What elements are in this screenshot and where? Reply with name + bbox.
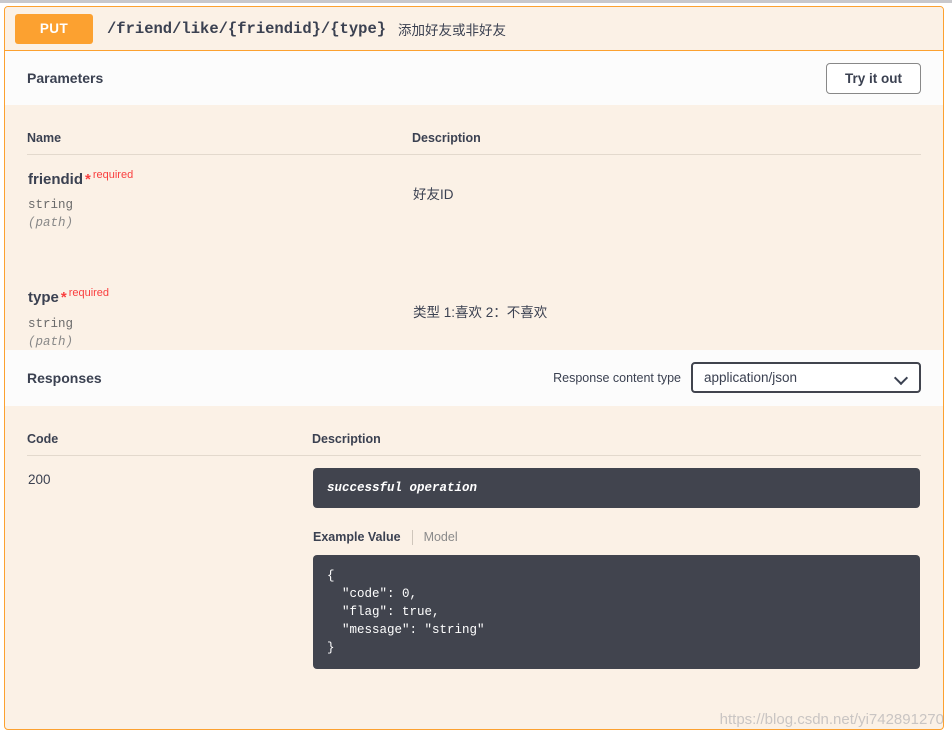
try-it-out-button[interactable]: Try it out — [826, 62, 921, 94]
table-row: friendid * required string (path) 好友ID — [27, 155, 921, 232]
parameters-col-name: Name — [27, 105, 412, 155]
parameter-name: friendid * required — [28, 169, 411, 188]
parameter-name-cell: friendid * required string (path) — [27, 155, 412, 232]
parameter-location: (path) — [28, 334, 74, 349]
response-content-type-group: Response content type application/json — [553, 362, 921, 393]
parameter-type: string — [28, 198, 74, 213]
parameter-description: 类型 1:喜欢 2：不喜欢 — [413, 305, 548, 321]
parameter-name-text: friendid — [28, 171, 83, 188]
parameter-type: string — [28, 316, 74, 331]
tab-model[interactable]: Model — [413, 530, 458, 544]
responses-title: Responses — [27, 369, 102, 386]
response-example-value: { "code": 0, "flag": true, "message": "s… — [313, 554, 920, 670]
responses-col-description: Description — [312, 405, 921, 456]
response-content-type-label: Response content type — [553, 370, 681, 385]
responses-header: Responses Response content type applicat… — [5, 349, 943, 406]
required-label: required — [92, 169, 134, 181]
http-method-badge: PUT — [15, 13, 93, 44]
parameter-description: 好友ID — [413, 187, 454, 202]
tab-example-value[interactable]: Example Value — [313, 530, 412, 544]
required-asterisk: * — [85, 171, 91, 188]
response-content-type-select[interactable]: application/json — [691, 362, 921, 393]
parameter-location: (path) — [28, 216, 74, 231]
response-content-type-value: application/json — [704, 370, 798, 385]
parameter-name-cell: type * required string (path) — [27, 273, 412, 349]
operation-summary-text: 添加好友或非好友 — [398, 22, 507, 38]
operation-summary-bar[interactable]: PUT /friend/like/{friendid}/{type} 添加好友或… — [5, 7, 943, 51]
required-label: required — [68, 287, 110, 300]
parameters-table-header-row: Name Description — [27, 105, 921, 155]
parameter-description-cell: 好友ID — [412, 155, 921, 232]
parameter-description-cell: 类型 1:喜欢 2：不喜欢 — [412, 273, 921, 349]
responses-table: Code Description 200 successful operatio… — [27, 405, 921, 671]
response-description-text: successful operation — [313, 467, 920, 508]
responses-table-header-row: Code Description — [27, 405, 921, 456]
operation-path: /friend/like/{friendid}/{type} — [107, 19, 387, 38]
table-row: type * required string (path) 类型 1:喜欢 2：不喜… — [27, 273, 921, 349]
example-tabs: Example Value Model — [313, 529, 920, 545]
table-row-spacer — [27, 231, 921, 273]
parameters-header: Parameters Try it out — [5, 51, 943, 105]
top-divider — [0, 0, 952, 3]
response-code: 200 — [28, 471, 51, 487]
parameters-col-description: Description — [412, 105, 921, 155]
chevron-down-icon — [895, 372, 907, 384]
responses-table-wrap: Code Description 200 successful operatio… — [5, 405, 943, 671]
table-row: 200 successful operation Example Value M… — [27, 455, 921, 670]
operation-block: PUT /friend/like/{friendid}/{type} 添加好友或… — [4, 6, 944, 730]
responses-col-code: Code — [27, 405, 312, 456]
required-asterisk: * — [60, 289, 67, 307]
response-description-cell: successful operation Example Value Model… — [312, 455, 921, 670]
parameter-name-text: type — [28, 289, 59, 307]
parameter-name: type * required — [28, 287, 411, 306]
parameters-title: Parameters — [27, 70, 104, 86]
parameters-table: Name Description friendid * required strin… — [27, 105, 921, 350]
parameters-table-wrap: Name Description friendid * required strin… — [5, 105, 943, 350]
